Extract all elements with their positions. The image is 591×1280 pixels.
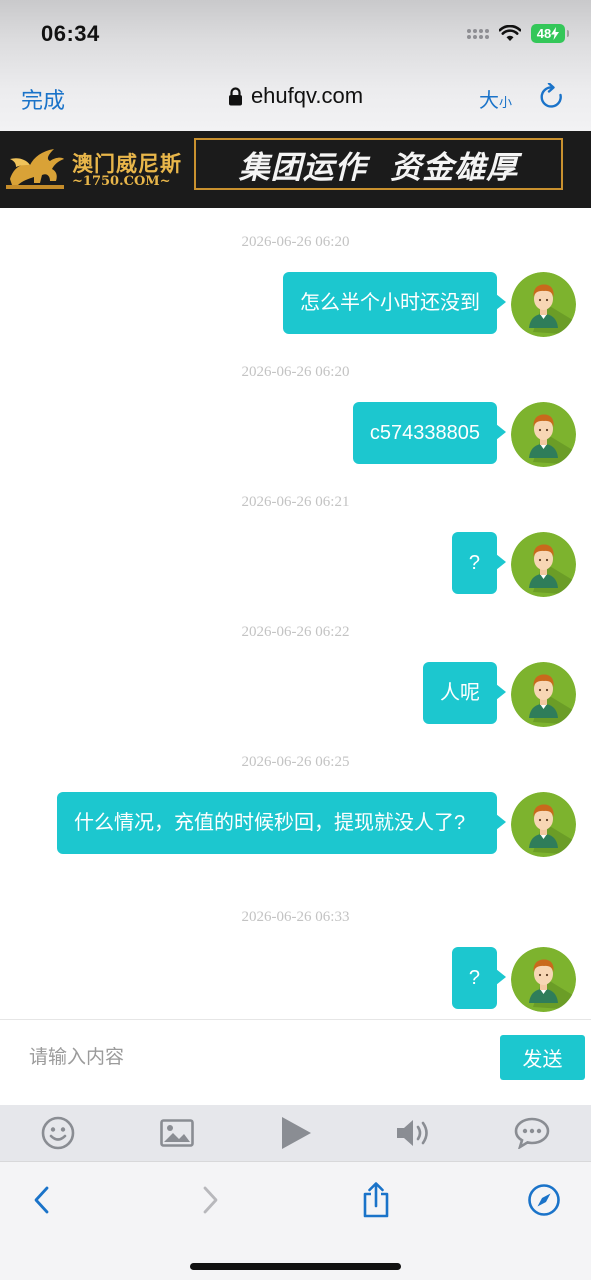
wifi-icon — [499, 25, 521, 41]
text-size-big: 大 — [479, 90, 499, 112]
share-icon[interactable] — [358, 1182, 394, 1218]
message-bubble[interactable]: 什么情况，充值的时候秒回，提现就没人了? — [57, 792, 506, 854]
message-timestamp: 2026-06-26 06:20 — [241, 234, 350, 250]
message-timestamp: 2026-06-26 06:25 — [241, 754, 350, 770]
chat-bubble-icon[interactable] — [514, 1115, 550, 1151]
text-size-button[interactable]: 大小 — [479, 84, 512, 113]
person-avatar-icon — [511, 792, 576, 857]
person-avatar-icon — [511, 272, 576, 337]
forward-chevron-icon[interactable] — [193, 1182, 229, 1218]
composer: 发送 — [0, 1019, 591, 1105]
banner-domain: ~1750.COM~ — [72, 174, 171, 189]
browser-toolbar — [0, 1161, 591, 1280]
top-chrome: 06:34 48 完成 ehufqv.com 大小 — [0, 0, 591, 131]
image-icon[interactable] — [159, 1115, 195, 1151]
reload-icon[interactable] — [539, 83, 565, 111]
person-avatar-icon — [511, 662, 576, 727]
avatar — [511, 532, 576, 597]
message-bubble[interactable]: ? — [451, 532, 507, 594]
message-timestamp: 2026-06-26 06:22 — [241, 624, 350, 640]
compass-icon[interactable] — [526, 1182, 562, 1218]
avatar — [511, 947, 576, 1012]
banner-slogan: 集团运作 资金雄厚 — [238, 149, 519, 186]
message-bubble[interactable]: 怎么半个小时还没到 — [283, 272, 506, 334]
status-time: 06:34 — [41, 21, 100, 46]
charging-bolt-icon — [551, 27, 560, 40]
speaker-icon[interactable] — [396, 1115, 432, 1151]
home-indicator — [190, 1263, 401, 1270]
avatar — [511, 662, 576, 727]
person-avatar-icon — [511, 402, 576, 467]
message-timestamp: 2026-06-26 06:20 — [241, 364, 350, 380]
battery-icon: 48 — [531, 24, 569, 43]
person-avatar-icon — [511, 532, 576, 597]
message-timestamp: 2026-06-26 06:21 — [241, 494, 350, 510]
send-button[interactable]: 发送 — [500, 1035, 585, 1080]
play-icon[interactable] — [278, 1115, 314, 1151]
avatar — [511, 792, 576, 857]
message-input[interactable] — [12, 1038, 482, 1078]
promo-banner[interactable]: 澳门威尼斯 ~1750.COM~ 集团运作 资金雄厚 — [0, 131, 591, 208]
status-indicators: 48 — [467, 24, 569, 43]
person-avatar-icon — [511, 947, 576, 1012]
back-chevron-icon[interactable] — [23, 1182, 59, 1218]
banner-slogan-box: 集团运作 资金雄厚 — [194, 138, 563, 190]
winged-lion-logo-icon — [6, 149, 64, 189]
message-timestamp: 2026-06-26 06:33 — [241, 909, 350, 925]
emoji-icon[interactable] — [40, 1115, 76, 1151]
chat-log[interactable]: 2026-06-26 06:20 怎么半个小时还没到 2026-06-26 06… — [0, 208, 591, 1019]
cellular-signal-icon — [467, 28, 489, 39]
message-bubble[interactable]: 人呢 — [423, 662, 506, 724]
avatar — [511, 272, 576, 337]
battery-level: 48 — [536, 26, 552, 41]
chat-toolbar — [0, 1105, 591, 1161]
url-text: ehufqv.com — [250, 83, 364, 108]
lock-icon — [228, 87, 242, 106]
message-bubble[interactable]: c574338805 — [352, 402, 507, 464]
message-bubble[interactable]: ? — [451, 947, 507, 1009]
avatar — [511, 402, 576, 467]
text-size-small: 小 — [499, 95, 513, 110]
